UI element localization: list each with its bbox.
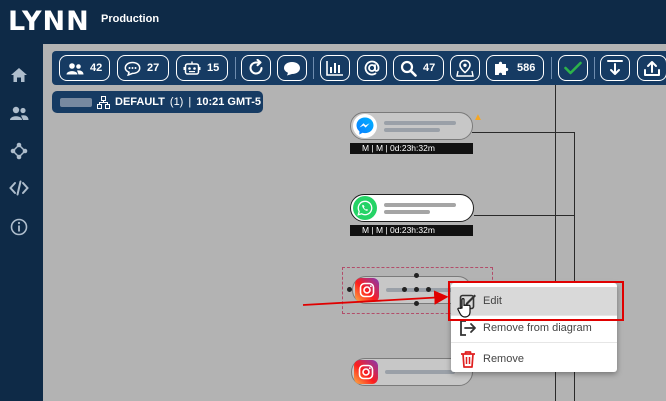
annotation-highlight-box — [448, 281, 624, 321]
annotation-arrow — [302, 290, 449, 306]
